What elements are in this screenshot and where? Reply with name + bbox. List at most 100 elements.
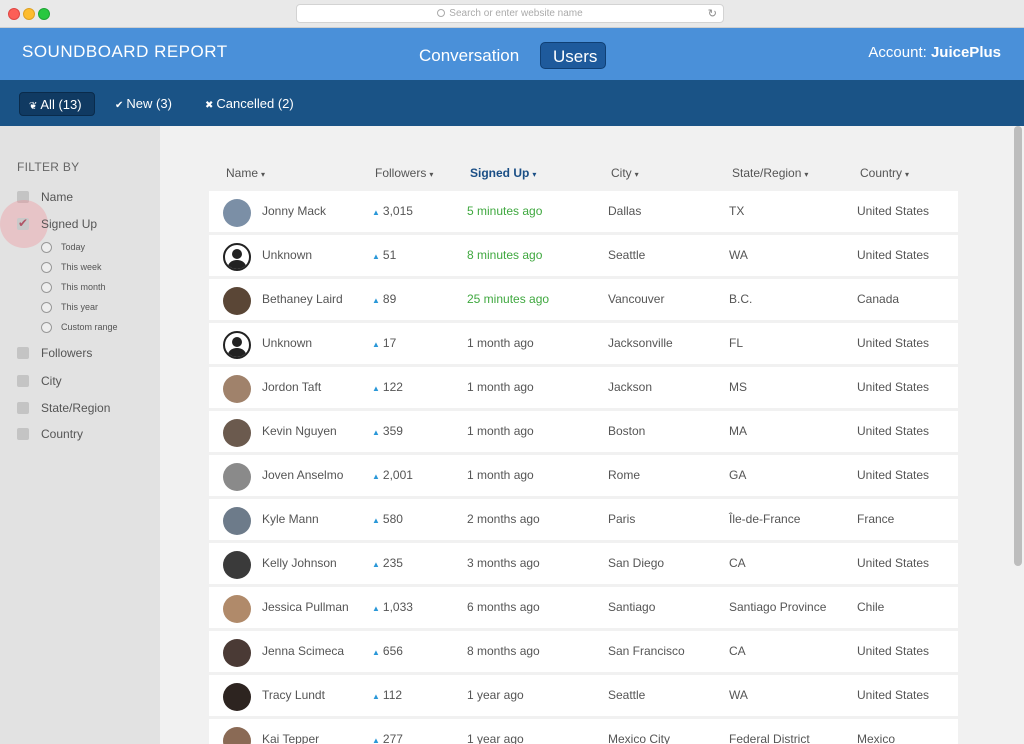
table-row[interactable]: Unknown ▲ 17 1 month ago Jacksonville FL Unite… — [209, 323, 958, 364]
country-cell: United States — [857, 455, 929, 496]
zoom-window-button[interactable] — [38, 8, 50, 20]
city: Dallas — [608, 204, 642, 218]
signed-up-time-cell: 2 months ago — [467, 499, 540, 540]
x-icon: ✖ — [205, 100, 214, 111]
city-cell: Rome — [608, 455, 640, 496]
table-row[interactable]: Unknown ▲ 51 8 minutes ago Seattle WA United S… — [209, 235, 958, 276]
followers-count: 51 — [382, 248, 397, 262]
account-label: Account: — [868, 44, 927, 61]
signed-up-time-cell: 3 months ago — [467, 543, 540, 584]
column-header-followers[interactable]: Followers ▾ — [375, 166, 433, 180]
default-avatar-icon — [223, 331, 251, 359]
tab-cancelled[interactable]: ✖ Cancelled (2) — [196, 92, 303, 116]
user-name-cell[interactable]: Jessica Pullman — [262, 587, 349, 628]
nav-tab-users[interactable]: Users — [540, 42, 606, 69]
user-name-cell[interactable]: Joven Anselmo — [262, 455, 343, 496]
avatar — [223, 551, 251, 579]
radio-this-year-circle[interactable] — [41, 302, 52, 313]
column-header-state[interactable]: State/Region ▾ — [732, 166, 808, 180]
user-name: Jenna Scimeca — [262, 644, 345, 658]
country: United States — [857, 248, 930, 262]
radio-today-circle[interactable] — [41, 242, 52, 253]
column-header-country[interactable]: Country ▾ — [860, 166, 909, 180]
user-name-cell[interactable]: Jordon Taft — [262, 367, 321, 408]
user-name-cell[interactable]: Jenna Scimeca — [262, 631, 344, 672]
column-header-signed-up[interactable]: Signed Up ▾ — [470, 166, 536, 180]
app-header: SOUNDBOARD REPORT Conversation Users Acc… — [0, 28, 1024, 80]
twitter-icon: ▲ — [372, 208, 380, 217]
app-logo[interactable]: SOUNDBOARD REPORT — [22, 42, 228, 62]
user-name-cell[interactable]: Kai Tepper — [262, 719, 319, 744]
minimize-window-button[interactable] — [23, 8, 35, 20]
table-row[interactable]: Kevin Nguyen ▲ 359 1 month ago Boston MA Unite… — [209, 411, 958, 452]
table-row[interactable]: Jonny Mack ▲ 3,015 5 minutes ago Dallas TX Uni… — [209, 191, 958, 232]
user-name-cell[interactable]: Unknown — [262, 235, 312, 276]
table-row[interactable]: Jessica Pullman ▲ 1,033 6 months ago Santiag… — [209, 587, 958, 628]
tab-new[interactable]: ✔ New (3) — [106, 92, 181, 116]
user-name-cell[interactable]: Kyle Mann — [262, 499, 319, 540]
table-row[interactable]: Kai Tepper ▲ 277 1 year ago Mexico City Feder… — [209, 719, 958, 744]
user-name: Joven Anselmo — [262, 468, 344, 482]
tab-all[interactable]: ❦ All (13) — [19, 92, 95, 116]
filter-state-checkbox[interactable] — [17, 402, 29, 414]
followers-count-cell: ▲ 656 — [372, 631, 403, 672]
users-icon: ❦ — [29, 101, 38, 112]
column-header-name[interactable]: Name ▾ — [226, 166, 265, 180]
vertical-scrollbar[interactable] — [1012, 126, 1022, 744]
reload-icon[interactable]: ↻ — [708, 6, 717, 23]
user-name: Kyle Mann — [262, 512, 319, 526]
filter-country-checkbox[interactable] — [17, 428, 29, 440]
city-cell: Dallas — [608, 191, 641, 232]
user-name: Jordon Taft — [262, 380, 322, 394]
user-name-cell[interactable]: Kevin Nguyen — [262, 411, 337, 452]
column-header-city[interactable]: City ▾ — [611, 166, 639, 180]
country-cell: United States — [857, 323, 929, 364]
followers-count-cell: ▲ 122 — [372, 367, 403, 408]
filter-followers-label: Followers — [41, 346, 93, 360]
city: San Diego — [608, 556, 665, 570]
table-row[interactable]: Kyle Mann ▲ 580 2 months ago Paris Île-de-Fra… — [209, 499, 958, 540]
filter-signed-up-checkbox[interactable]: ✔ — [17, 216, 29, 230]
user-name: Kelly Johnson — [262, 556, 337, 570]
table-row[interactable]: Jenna Scimeca ▲ 656 8 months ago San Francis… — [209, 631, 958, 672]
followers-count-cell: ▲ 112 — [372, 675, 402, 716]
scrollbar-thumb[interactable] — [1014, 126, 1022, 566]
radio-this-week-circle[interactable] — [41, 262, 52, 273]
close-window-button[interactable] — [8, 8, 20, 20]
account-menu[interactable]: Account: JuicePlus — [868, 44, 1001, 61]
state-region-cell: FL — [729, 323, 743, 364]
user-name-cell[interactable]: Tracy Lundt — [262, 675, 325, 716]
country: France — [857, 512, 895, 526]
table-row[interactable]: Tracy Lundt ▲ 112 1 year ago Seattle WA United… — [209, 675, 958, 716]
nav-tab-conversation[interactable]: Conversation — [407, 42, 531, 69]
user-name: Jonny Mack — [262, 204, 327, 218]
radio-custom-range-circle[interactable] — [41, 322, 52, 333]
avatar — [223, 463, 251, 491]
followers-count-cell: ▲ 277 — [372, 719, 403, 744]
city-cell: Seattle — [608, 675, 645, 716]
address-bar[interactable]: Search or enter website name ↻ — [296, 4, 724, 23]
filter-followers-checkbox[interactable] — [17, 347, 29, 359]
city: Seattle — [608, 688, 646, 702]
user-name-cell[interactable]: Unknown — [262, 323, 312, 364]
user-name-cell[interactable]: Kelly Johnson — [262, 543, 337, 584]
table-row[interactable]: Bethaney Laird ▲ 89 25 minutes ago Vancouver… — [209, 279, 958, 320]
table-row[interactable]: Jordon Taft ▲ 122 1 month ago Jackson MS Unite… — [209, 367, 958, 408]
filter-city-checkbox[interactable] — [17, 375, 29, 387]
city-cell: San Francisco — [608, 631, 685, 672]
radio-this-month-circle[interactable] — [41, 282, 52, 293]
address-placeholder: Search or enter website name — [449, 8, 583, 19]
signed-up-time: 1 year ago — [467, 732, 524, 744]
chevron-down-icon: ▾ — [634, 170, 639, 179]
user-name-cell[interactable]: Jonny Mack — [262, 191, 326, 232]
city-cell: San Diego — [608, 543, 664, 584]
user-name-cell[interactable]: Bethaney Laird — [262, 279, 343, 320]
country-cell: Chile — [857, 587, 884, 628]
country: United States — [857, 380, 930, 394]
country-cell: United States — [857, 367, 929, 408]
table-row[interactable]: Kelly Johnson ▲ 235 3 months ago San Diego CA… — [209, 543, 958, 584]
country: Canada — [857, 292, 900, 306]
table-row[interactable]: Joven Anselmo ▲ 2,001 1 month ago Rome GA Unit… — [209, 455, 958, 496]
column-header-state-label: State/Region — [732, 166, 802, 180]
country: United States — [857, 556, 930, 570]
